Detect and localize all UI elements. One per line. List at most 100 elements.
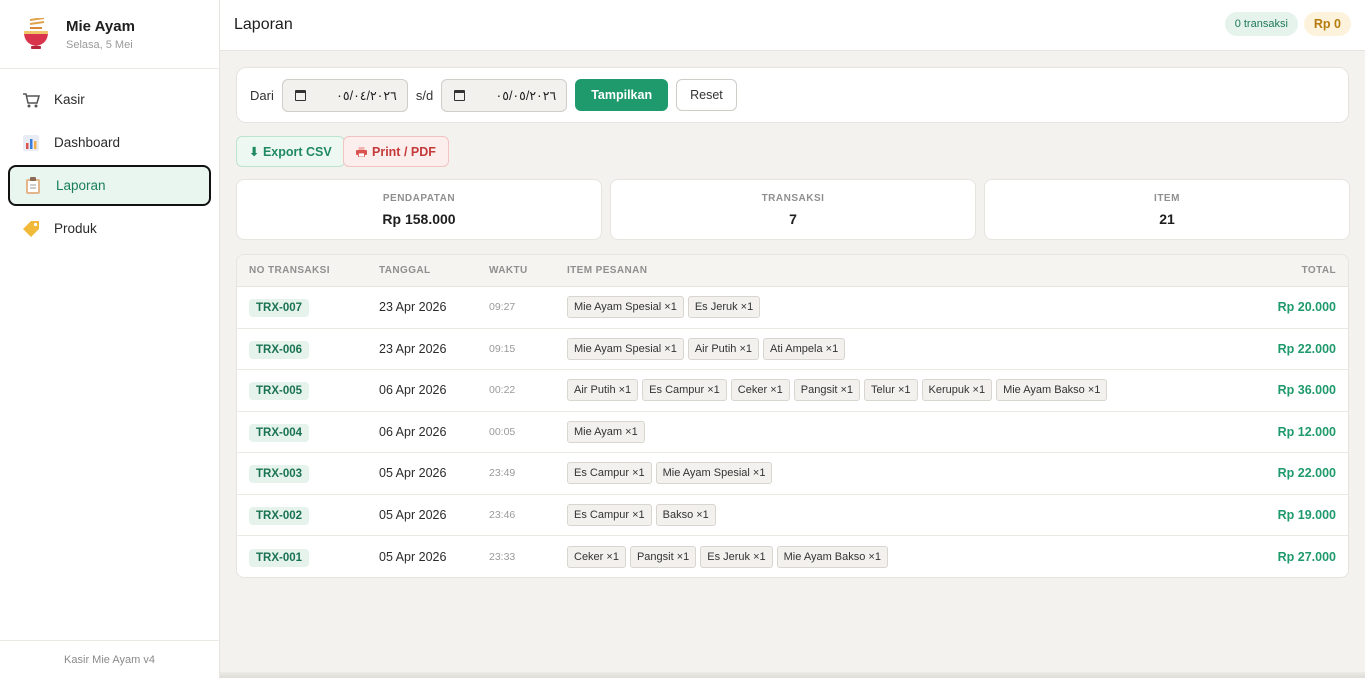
sidebar-item-dashboard[interactable]: Dashboard [8,122,211,163]
transaction-date: 23 Apr 2026 [379,300,447,315]
order-item-chip: Es Campur ×1 [567,462,652,485]
calendar-icon [454,89,466,101]
transaction-date: 05 Apr 2026 [379,507,447,522]
table-row[interactable]: TRX-006 23 Apr 2026 09:15 Mie Ayam Spesial … [237,329,1348,370]
cart-icon [22,91,40,109]
transaction-id: TRX-003 [249,465,310,484]
sidebar-item-kasir[interactable]: Kasir [8,79,211,120]
order-item-chip: Mie Ayam Spesial ×1 [567,337,684,360]
table-row[interactable]: TRX-003 05 Apr 2026 23:49 Es Campur ×1 Mie A… [237,453,1348,495]
order-item-chip: Pangsit ×1 [793,379,861,402]
col-items: ITEM PESANAN [567,265,648,276]
sidebar-item-label: Dashboard [54,135,121,150]
stat-label: PENDAPATAN [382,193,456,204]
print-pdf-button[interactable]: Print / PDF [343,136,449,167]
brand: Mie Ayam Selasa, 5 Mei [0,0,219,69]
transaction-time: 00:22 [489,384,516,397]
order-item-chip: Es Campur ×1 [642,379,727,402]
order-item-chip: Es Campur ×1 [567,503,652,526]
table-row[interactable]: TRX-002 05 Apr 2026 23:46 Es Campur ×1 Bakso… [237,495,1348,536]
from-label: Dari [250,87,274,103]
transaction-time: 23:46 [489,508,516,521]
transaction-id: TRX-005 [249,382,310,401]
reset-button[interactable]: Reset [676,79,737,111]
transaction-time: 09:27 [489,301,516,314]
transaction-date: 23 Apr 2026 [379,341,447,356]
transaction-date: 05 Apr 2026 [379,549,447,564]
to-date-value: ٠٥/٠٥/٢٠٢٦ [495,88,557,103]
calendar-icon [294,89,306,101]
order-item-chip: Ati Ampela ×1 [763,337,846,360]
chart-icon [22,134,40,152]
export-csv-button[interactable]: ⬇ Export CSV [236,136,345,167]
order-item-chip: Air Putih ×1 [567,379,639,402]
transaction-total: Rp 20.000 [1277,300,1336,315]
transaction-date: 06 Apr 2026 [379,424,447,439]
app-date: Selasa, 5 Mei [66,38,133,51]
order-item-chip: Pangsit ×1 [629,545,697,568]
stat-value: 7 [789,211,797,227]
transaction-time: 09:15 [489,342,516,355]
order-item-chip: Bakso ×1 [655,503,716,526]
table-header: NO TRANSAKSI TANGGAL WAKTU ITEM PESANAN … [237,255,1348,287]
table-row[interactable]: TRX-001 05 Apr 2026 23:33 Ceker ×1 Pangsit ×… [237,536,1348,577]
sidebar-item-laporan[interactable]: Laporan [8,165,211,206]
order-items: Es Campur ×1 Mie Ayam Spesial ×1 [567,462,773,485]
table-row[interactable]: TRX-004 06 Apr 2026 00:05 Mie Ayam ×1 Rp 12.… [237,412,1348,453]
print-pdf-label: Print / PDF [372,144,436,159]
app-name: Mie Ayam [66,17,135,35]
stat-label: ITEM [1154,193,1180,204]
page-title: Laporan [234,16,293,33]
col-date: TANGGAL [379,265,431,276]
bottom-edge [220,672,1365,678]
col-total: TOTAL [1301,265,1336,276]
transaction-time: 00:05 [489,425,516,438]
topbar: Laporan 0 transaksi Rp 0 [220,0,1365,51]
order-items: Mie Ayam Spesial ×1 Air Putih ×1 Ati Ampel… [567,337,846,360]
total-amount-badge: Rp 0 [1303,12,1351,36]
stat-revenue: PENDAPATAN Rp 158.000 [236,179,602,240]
col-no: NO TRANSAKSI [249,265,330,276]
table-row[interactable]: TRX-005 06 Apr 2026 00:22 Air Putih ×1 Es Ca… [237,370,1348,412]
date-filter: Dari ٠٥/٠٤/٢٠٢٦ s/d ٠٥/٠٥/٢٠٢٦ Tampilkan… [236,67,1349,123]
clipboard-icon [24,177,42,195]
order-item-chip: Mie Ayam Bakso ×1 [776,545,888,568]
stat-value: 21 [1159,211,1175,227]
transaction-total: Rp 36.000 [1277,383,1336,398]
stat-items: ITEM 21 [984,179,1350,240]
tag-icon [22,220,40,238]
transaction-time: 23:33 [489,550,516,563]
transaction-id: TRX-006 [249,340,310,359]
transaction-total: Rp 22.000 [1277,466,1336,481]
from-date-input[interactable]: ٠٥/٠٤/٢٠٢٦ [281,78,408,112]
transaction-id: TRX-007 [249,299,310,318]
transaction-id: TRX-004 [249,423,310,442]
transaction-count-badge: 0 transaksi [1224,12,1298,36]
show-button[interactable]: Tampilkan [575,79,669,111]
col-time: WAKTU [489,265,528,276]
order-item-chip: Kerupuk ×1 [921,379,993,402]
stat-label: TRANSAKSI [761,193,825,204]
sidebar-item-label: Laporan [56,178,106,193]
sidebar-nav: Kasir Dashboard Laporan Produk [0,69,219,249]
from-date-value: ٠٥/٠٤/٢٠٢٦ [336,88,397,103]
table-row[interactable]: TRX-007 23 Apr 2026 09:27 Mie Ayam Spesial … [237,287,1348,329]
sidebar-item-produk[interactable]: Produk [8,208,211,249]
order-item-chip: Air Putih ×1 [687,337,759,360]
order-item-chip: Mie Ayam Spesial ×1 [655,462,773,485]
order-items: Ceker ×1 Pangsit ×1 Es Jeruk ×1 Mie Ayam Ba… [567,545,888,568]
noodle-bowl-icon [22,17,50,50]
order-items: Mie Ayam ×1 [567,420,645,443]
transaction-id: TRX-001 [249,548,310,567]
to-date-input[interactable]: ٠٥/٠٥/٢٠٢٦ [441,78,568,112]
transaction-date: 05 Apr 2026 [379,466,447,481]
sidebar-item-label: Produk [54,221,97,236]
order-item-chip: Mie Ayam Bakso ×1 [996,379,1108,402]
printer-icon [356,146,367,157]
order-item-chip: Mie Ayam ×1 [567,420,645,443]
transaction-date: 06 Apr 2026 [379,383,447,398]
transaction-time: 23:49 [489,467,516,480]
order-item-chip: Telur ×1 [864,379,918,402]
transaction-total: Rp 12.000 [1277,424,1336,439]
table-body: TRX-007 23 Apr 2026 09:27 Mie Ayam Spesial … [237,287,1348,577]
